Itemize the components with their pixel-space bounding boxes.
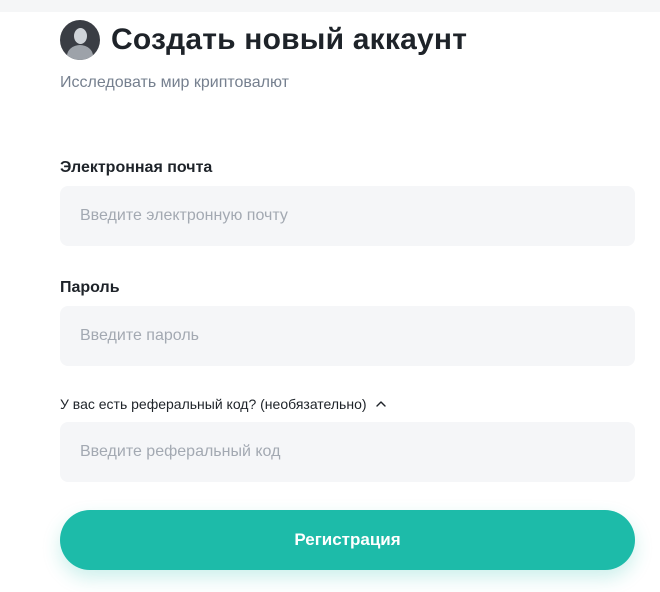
referral-toggle-label: У вас есть реферальный код? (необязатель…: [60, 396, 367, 412]
top-strip: [0, 0, 660, 12]
password-input[interactable]: [60, 306, 635, 366]
user-avatar-icon: [60, 20, 100, 60]
email-label: Электронная почта: [60, 159, 213, 176]
referral-code-input[interactable]: [60, 422, 635, 482]
password-label: Пароль: [60, 279, 120, 296]
referral-code-toggle[interactable]: У вас есть реферальный код? (необязатель…: [60, 394, 387, 414]
register-button[interactable]: Регистрация: [60, 510, 635, 570]
page-subtitle: Исследовать мир криптовалют: [60, 74, 289, 91]
page-title: Создать новый аккаунт: [111, 23, 468, 56]
avatar-head: [74, 28, 87, 44]
page-header: Создать новый аккаунт: [60, 20, 467, 60]
avatar-shoulders: [67, 45, 93, 60]
email-input[interactable]: [60, 186, 635, 246]
chevron-up-icon: [375, 401, 386, 407]
